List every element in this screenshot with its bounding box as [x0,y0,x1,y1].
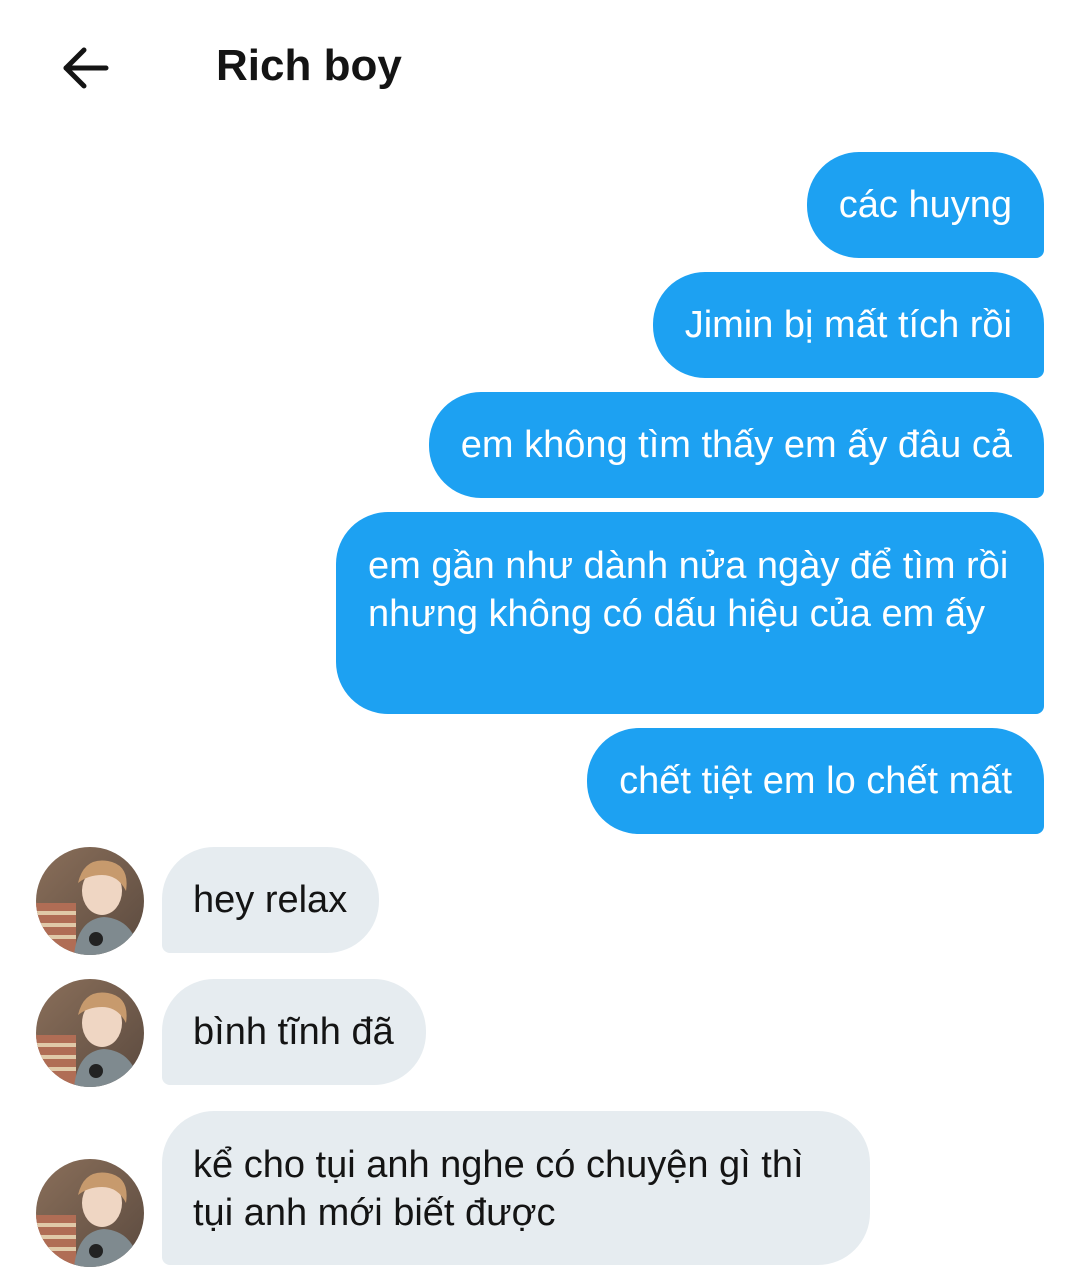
message-text: bình tĩnh đã [193,1011,394,1053]
contact-avatar-image [36,847,144,955]
message-text: chết tiệt em lo chết mất [619,760,1012,802]
back-button[interactable] [52,36,116,100]
contact-avatar[interactable] [36,979,144,1087]
outgoing-message[interactable]: em không tìm thấy em ấy đâu cả [428,392,1044,498]
message-text: em gần như dành nửa ngày để tìm rồi nhưn… [368,545,1009,635]
message-text: hey relax [193,879,348,921]
arrow-left-icon [63,47,109,89]
contact-avatar-image [36,979,144,1087]
message-text: các huyng [838,184,1012,226]
incoming-message[interactable]: kể cho tụi anh nghe có chuyện gì thì tụi… [162,1111,870,1265]
contact-avatar[interactable] [36,847,144,955]
message-text: em không tìm thấy em ấy đâu cả [460,424,1012,466]
message-text: Jimin bị mất tích rồi [684,304,1012,346]
outgoing-message[interactable]: Jimin bị mất tích rồi [652,272,1044,378]
conversation-title: Rich boy [216,41,402,90]
incoming-message[interactable]: bình tĩnh đã [162,979,426,1085]
outgoing-message[interactable]: các huyng [806,152,1044,258]
conversation-header: Rich boy [0,0,1080,130]
incoming-message[interactable]: hey relax [162,847,380,953]
outgoing-message[interactable]: chết tiệt em lo chết mất [587,728,1044,834]
outgoing-message[interactable]: em gần như dành nửa ngày để tìm rồi nhưn… [336,512,1044,714]
contact-avatar[interactable] [36,1159,144,1267]
message-text: kể cho tụi anh nghe có chuyện gì thì tụi… [193,1144,804,1234]
contact-avatar-image [36,1159,144,1267]
